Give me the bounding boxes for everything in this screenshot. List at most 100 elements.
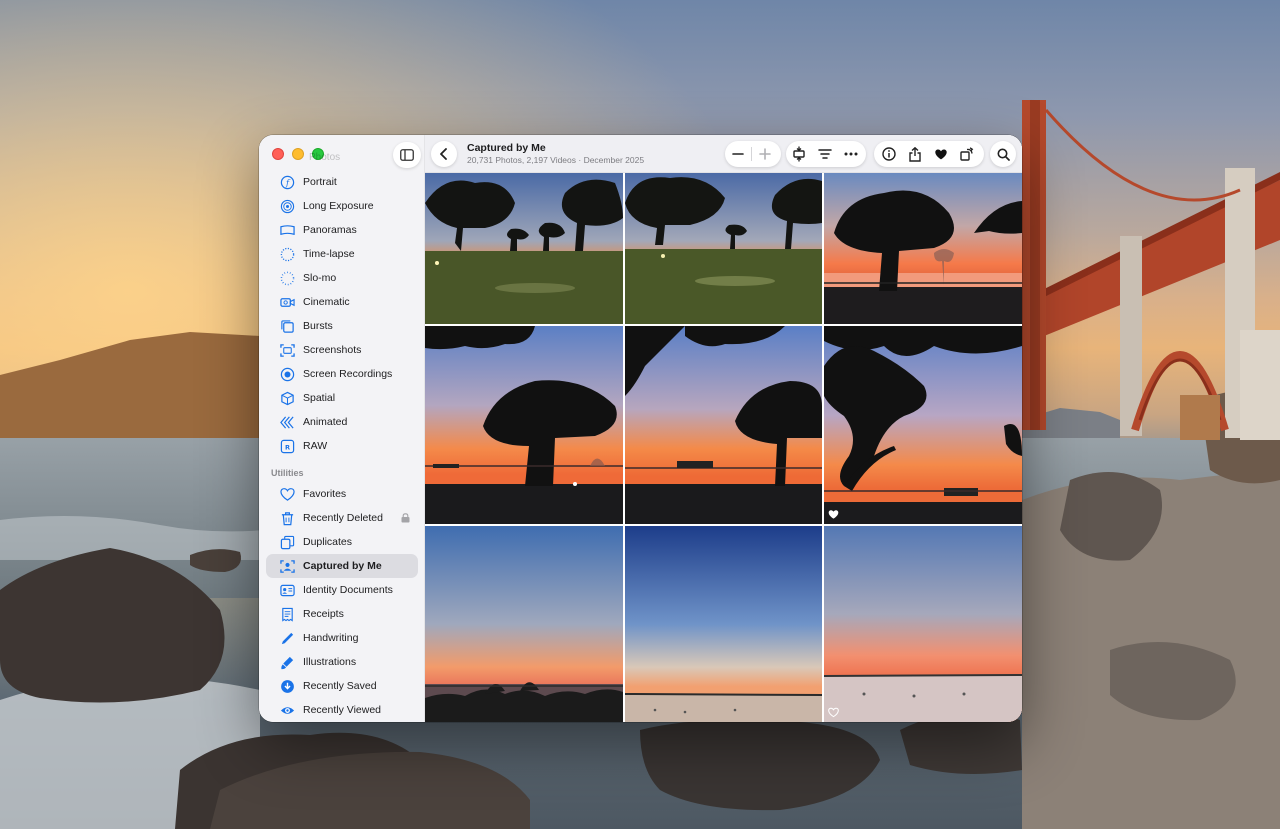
sidebar-item-animated[interactable]: Animated <box>266 410 418 434</box>
photo-image <box>425 526 623 722</box>
photo-thumbnail[interactable] <box>425 326 623 524</box>
more-icon <box>844 152 858 156</box>
screen-recording-icon <box>279 366 295 382</box>
illustrations-icon <box>279 654 295 670</box>
rotate-button[interactable] <box>954 141 980 167</box>
aspect-icon <box>793 146 805 162</box>
sidebar-list: f Portrait Long Exposure Panoramas Time-… <box>266 170 418 722</box>
photo-thumbnail[interactable] <box>425 526 623 722</box>
sidebar-item-favorites[interactable]: Favorites <box>266 482 418 506</box>
share-icon <box>909 146 921 162</box>
filter-icon <box>818 149 832 159</box>
sidebar-item-screenshots[interactable]: Screenshots <box>266 338 418 362</box>
zoom-in-button[interactable] <box>752 141 778 167</box>
sidebar: Photos f Portrait Long Exposure Panorama… <box>259 135 425 722</box>
photo-image <box>824 526 1022 722</box>
sidebar-item-label: Duplicates <box>303 536 353 548</box>
recently-saved-icon <box>279 678 295 694</box>
main-content: Captured by Me 20,731 Photos, 2,197 Vide… <box>425 135 1022 722</box>
photo-thumbnail[interactable] <box>625 173 822 324</box>
sidebar-item-label: Animated <box>303 416 348 428</box>
sidebar-item-panoramas[interactable]: Panoramas <box>266 218 418 242</box>
toolbar: Captured by Me 20,731 Photos, 2,197 Vide… <box>425 135 1022 173</box>
close-window-button[interactable] <box>272 148 284 160</box>
photo-thumbnail[interactable] <box>625 526 822 722</box>
info-icon <box>882 147 896 161</box>
title-block: Captured by Me 20,731 Photos, 2,197 Vide… <box>467 142 644 165</box>
share-button[interactable] <box>902 141 928 167</box>
photo-image <box>425 173 623 324</box>
sidebar-item-spatial[interactable]: Spatial <box>266 386 418 410</box>
sidebar-item-identity-documents[interactable]: Identity Documents <box>266 578 418 602</box>
sidebar-item-handwriting[interactable]: Handwriting <box>266 626 418 650</box>
photo-grid <box>425 173 1022 722</box>
sidebar-item-time-lapse[interactable]: Time-lapse <box>266 242 418 266</box>
sidebar-toggle-button[interactable] <box>393 142 421 168</box>
sidebar-item-illustrations[interactable]: Illustrations <box>266 650 418 674</box>
sidebar-item-label: Identity Documents <box>303 584 393 596</box>
info-button[interactable] <box>876 141 902 167</box>
sidebar-item-label: Captured by Me <box>303 560 382 572</box>
sidebar-item-captured-by-me[interactable]: Captured by Me <box>266 554 418 578</box>
photos-window: Photos f Portrait Long Exposure Panorama… <box>259 135 1022 722</box>
animated-icon <box>279 414 295 430</box>
screenshot-icon <box>279 342 295 358</box>
sidebar-section-utilities: Utilities <box>271 468 304 478</box>
sidebar-item-duplicates[interactable]: Duplicates <box>266 530 418 554</box>
lock-icon <box>401 513 410 523</box>
sidebar-item-receipts[interactable]: Receipts <box>266 602 418 626</box>
sidebar-item-label: Illustrations <box>303 656 357 668</box>
sidebar-item-label: Recently Deleted <box>303 512 383 524</box>
sidebar-item-label: Receipts <box>303 608 344 620</box>
photo-thumbnail[interactable] <box>824 526 1022 722</box>
sidebar-item-bursts[interactable]: Bursts <box>266 314 418 338</box>
captured-icon <box>279 558 295 574</box>
zoom-control <box>725 141 781 167</box>
minimize-window-button[interactable] <box>292 148 304 160</box>
sidebar-item-recently-viewed[interactable]: Recently Viewed <box>266 698 418 722</box>
trash-icon <box>279 510 295 526</box>
photo-thumbnail[interactable] <box>824 326 1022 524</box>
cinematic-icon <box>279 294 295 310</box>
receipt-icon <box>279 606 295 622</box>
sidebar-item-label: Recently Saved <box>303 680 377 692</box>
photo-image <box>625 326 822 524</box>
sidebar-item-cinematic[interactable]: Cinematic <box>266 290 418 314</box>
portrait-icon: f <box>279 174 295 190</box>
slomo-icon <box>279 270 295 286</box>
sidebar-item-label: Handwriting <box>303 632 359 644</box>
photo-thumbnail[interactable] <box>425 173 623 324</box>
sidebar-item-slo-mo[interactable]: Slo-mo <box>266 266 418 290</box>
photo-thumbnail[interactable] <box>824 173 1022 324</box>
aspect-ratio-button[interactable] <box>786 141 812 167</box>
filter-button[interactable] <box>812 141 838 167</box>
sidebar-item-recently-saved[interactable]: Recently Saved <box>266 674 418 698</box>
photo-thumbnail[interactable] <box>625 326 822 524</box>
sidebar-item-label: Cinematic <box>303 296 350 308</box>
zoom-in-icon <box>759 148 771 160</box>
page-subtitle: 20,731 Photos, 2,197 Videos · December 2… <box>467 155 645 165</box>
photo-image <box>824 326 1022 524</box>
favorite-heart-outline-icon[interactable] <box>828 707 839 718</box>
more-button[interactable] <box>838 141 864 167</box>
zoom-out-icon <box>732 153 744 155</box>
sidebar-item-label: Portrait <box>303 176 337 188</box>
heart-icon <box>279 486 295 502</box>
search-button[interactable] <box>990 141 1016 167</box>
sidebar-item-label: Time-lapse <box>303 248 355 260</box>
favorite-button[interactable] <box>928 141 954 167</box>
duplicates-icon <box>279 534 295 550</box>
sidebar-item-long-exposure[interactable]: Long Exposure <box>266 194 418 218</box>
raw-icon: R <box>279 438 295 454</box>
sidebar-item-raw[interactable]: R RAW <box>266 434 418 458</box>
sidebar-item-recently-deleted[interactable]: Recently Deleted <box>266 506 418 530</box>
photo-image <box>824 173 1022 324</box>
sidebar-item-label: Spatial <box>303 392 336 404</box>
sidebar-item-screen-recordings[interactable]: Screen Recordings <box>266 362 418 386</box>
spatial-icon <box>279 390 295 406</box>
zoom-out-button[interactable] <box>725 141 751 167</box>
back-button[interactable] <box>431 141 457 167</box>
long-exposure-icon <box>279 198 295 214</box>
eye-icon <box>279 702 295 718</box>
sidebar-item-portrait[interactable]: f Portrait <box>266 170 418 194</box>
